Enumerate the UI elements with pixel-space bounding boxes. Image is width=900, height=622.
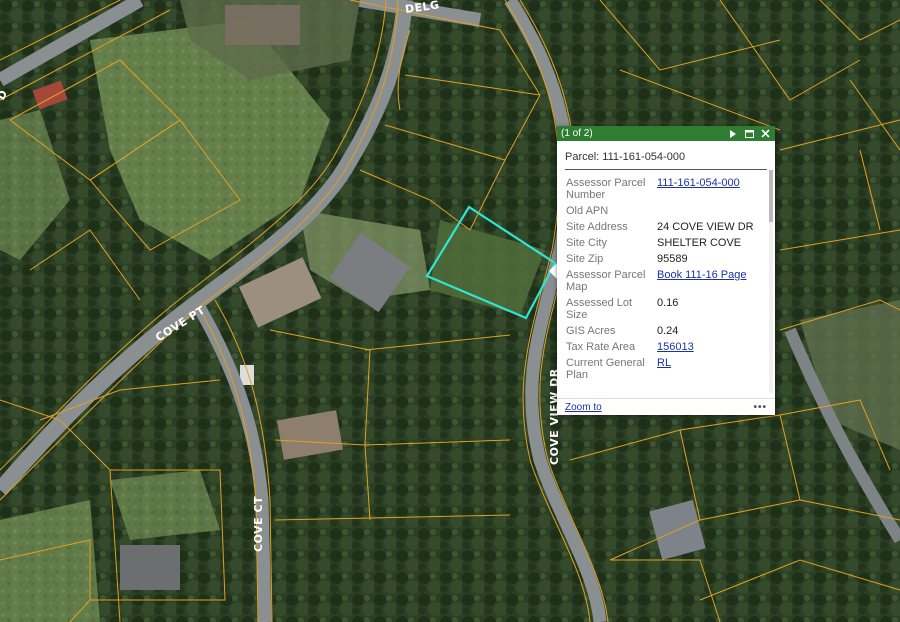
attribute-value: 95589 xyxy=(657,253,688,265)
attribute-value: 0.16 xyxy=(657,297,679,309)
more-actions-icon[interactable]: ••• xyxy=(753,402,767,413)
scrollbar-thumb[interactable] xyxy=(769,170,773,222)
attribute-row: Site Zip 95589 xyxy=(566,251,764,267)
attribute-row: Assessed Lot Size 0.16 xyxy=(566,295,764,323)
attribute-table: Assessor Parcel Number 111-161-054-000 Old… xyxy=(566,175,764,383)
attribute-value[interactable]: RL xyxy=(657,355,764,383)
clearing xyxy=(0,500,100,622)
attribute-row: GIS Acres 0.24 xyxy=(566,323,764,339)
road-label-cove-ct: COVE CT xyxy=(252,496,265,552)
attribute-row: Assessor Parcel Map Book 111-16 Page xyxy=(566,267,764,295)
attribute-value: 24 COVE VIEW DR xyxy=(657,221,754,233)
clearing xyxy=(110,470,220,540)
attribute-row: Assessor Parcel Number 111-161-054-000 xyxy=(566,175,764,203)
attribute-value[interactable]: 111-161-054-000 xyxy=(657,175,764,203)
parcel-popup: (1 of 2) Parcel: 111-161-054-000 Assesso… xyxy=(557,126,775,415)
popup-title: Parcel: 111-161-054-000 xyxy=(565,141,767,170)
attribute-value: SHELTER COVE xyxy=(657,237,742,249)
attribute-value: 0.24 xyxy=(657,325,679,337)
attribute-link[interactable]: 156013 xyxy=(657,341,694,353)
attribute-row: Site City SHELTER COVE xyxy=(566,235,764,251)
attribute-key: Assessor Parcel Map xyxy=(566,269,646,293)
attribute-key: Old APN xyxy=(566,205,609,217)
attribute-key: GIS Acres xyxy=(566,325,616,337)
attribute-row: Tax Rate Area 156013 xyxy=(566,339,764,355)
attribute-value[interactable]: 156013 xyxy=(657,339,764,355)
attribute-key: Site City xyxy=(566,237,607,249)
popup-header: (1 of 2) xyxy=(557,126,775,141)
close-icon[interactable] xyxy=(759,128,771,140)
zoom-to-link[interactable]: Zoom to xyxy=(565,402,602,413)
popup-scrollbar[interactable] xyxy=(769,170,773,393)
popup-body[interactable]: Assessor Parcel Number 111-161-054-000 Old… xyxy=(557,170,775,393)
attribute-key: Site Zip xyxy=(566,253,604,265)
attribute-key: Current General Plan xyxy=(566,357,645,381)
attribute-value xyxy=(657,203,764,219)
attribute-row: Old APN xyxy=(566,203,764,219)
building xyxy=(225,5,300,45)
attribute-row: Current General Plan RL xyxy=(566,355,764,383)
attribute-key: Assessed Lot Size xyxy=(566,297,633,321)
attribute-link[interactable]: RL xyxy=(657,357,671,369)
popup-count: (1 of 2) xyxy=(561,128,593,139)
attribute-link[interactable]: 111-161-054-000 xyxy=(657,177,740,189)
attribute-key: Site Address xyxy=(566,221,628,233)
next-icon[interactable] xyxy=(727,128,739,140)
attribute-row: Site Address 24 COVE VIEW DR xyxy=(566,219,764,235)
attribute-key: Tax Rate Area xyxy=(566,341,636,353)
attribute-value[interactable]: Book 111-16 Page xyxy=(657,267,764,295)
building xyxy=(240,365,254,385)
building xyxy=(120,545,180,590)
popup-footer: Zoom to ••• xyxy=(557,398,775,415)
attribute-key: Assessor Parcel Number xyxy=(566,177,646,201)
attribute-link[interactable]: Book 111-16 Page xyxy=(657,269,747,281)
maximize-icon[interactable] xyxy=(743,128,755,140)
